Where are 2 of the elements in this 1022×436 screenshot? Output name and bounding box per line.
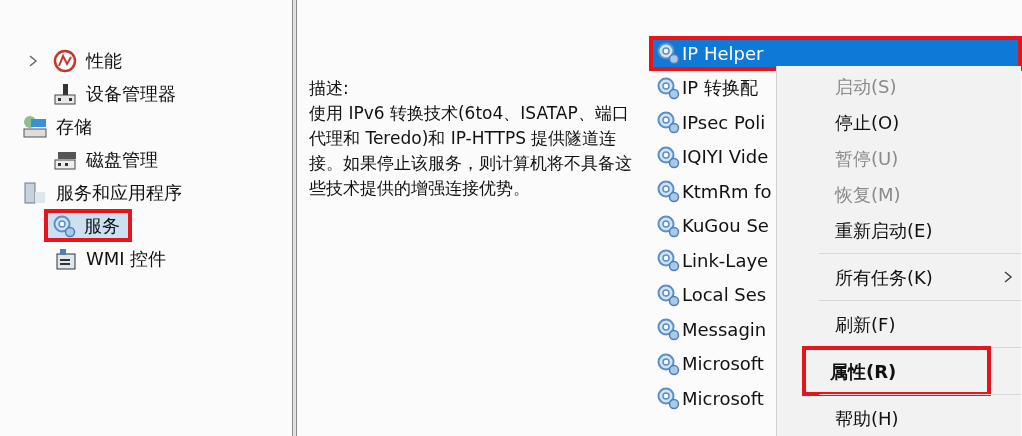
description-text: 使用 IPv6 转换技术(6to4、ISATAP、端口代理和 Teredo)和 IP-HTTPS 提供隧道连接。如果停止该服务，则计算机将不具备这些技术提供的增强连接优势。 — [309, 102, 633, 200]
description-label: 描述: — [309, 77, 350, 100]
